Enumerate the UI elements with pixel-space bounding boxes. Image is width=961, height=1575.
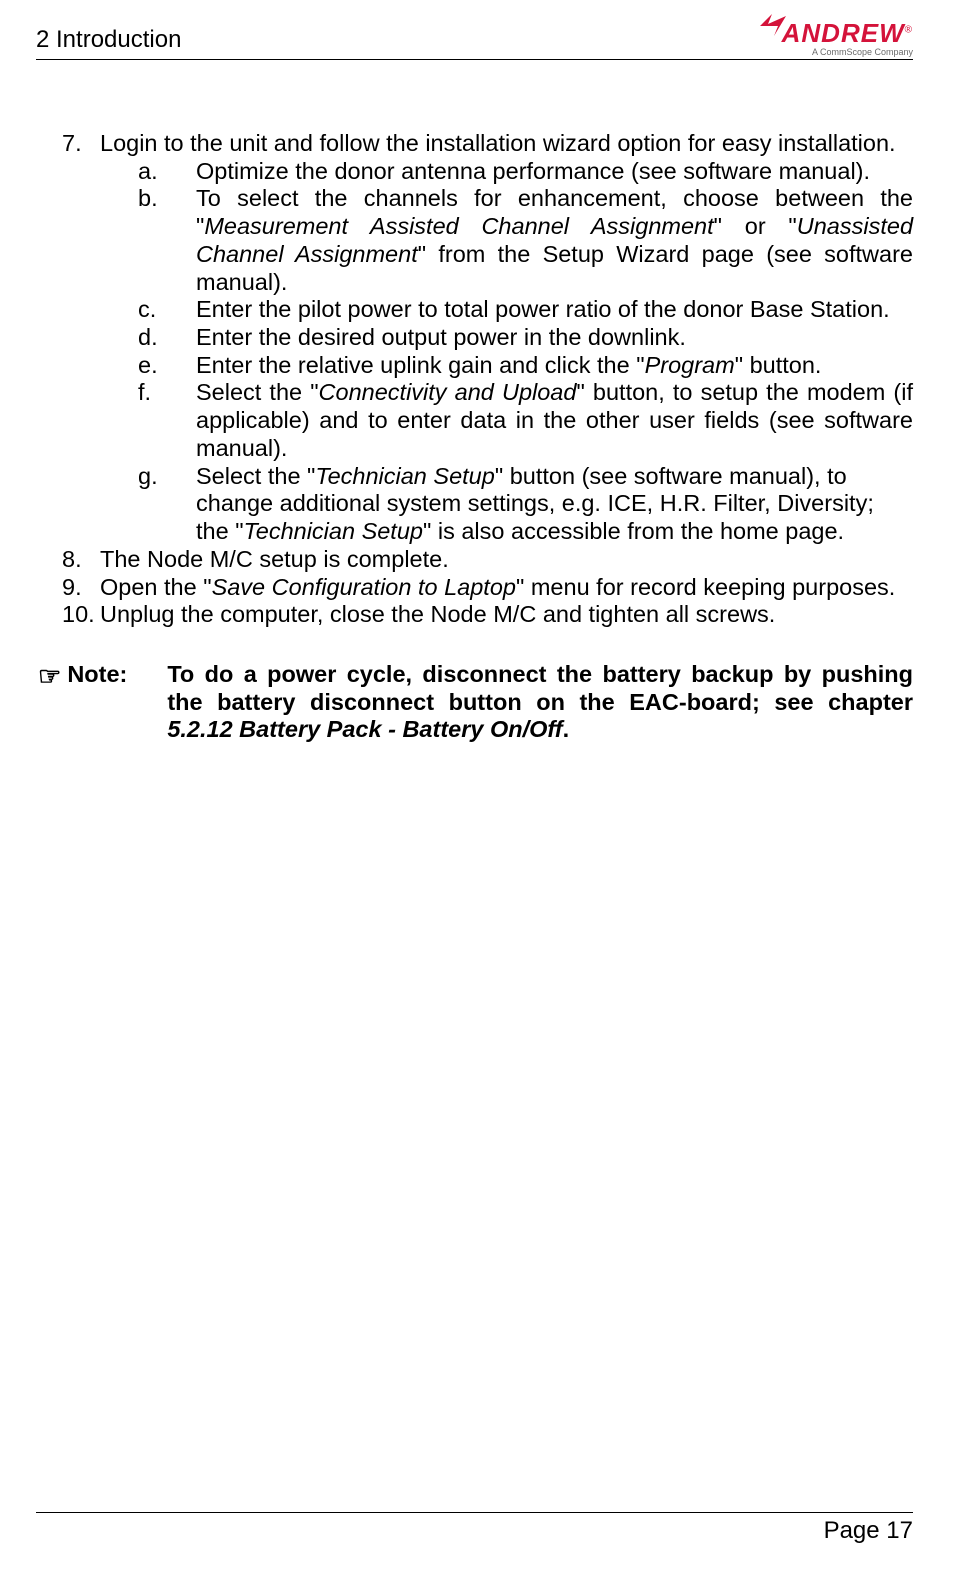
note-text: To do a power cycle, disconnect the batt… [167,661,913,744]
list-item: 10. Unplug the computer, close the Node … [36,601,913,629]
sub-letter: c. [138,296,196,324]
lightning-icon [758,14,788,36]
page-footer: Page 17 [36,1512,913,1545]
sub-item: b. To select the channels for enhancemen… [138,185,913,296]
page-number: Page 17 [824,1517,913,1544]
sub-item: e. Enter the relative uplink gain and cl… [138,352,913,380]
sub-item: d. Enter the desired output power in the… [138,324,913,352]
sub-text: Enter the desired output power in the do… [196,324,913,352]
list-text: Login to the unit and follow the install… [100,130,913,158]
list-number: 8. [62,546,100,574]
sub-item: g. Select the "Technician Setup" button … [138,463,913,546]
sub-text: Enter the pilot power to total power rat… [196,296,913,324]
sub-letter: f. [138,379,196,462]
section-title: 2 Introduction [36,20,181,54]
sub-list: a. Optimize the donor antenna performanc… [36,158,913,546]
list-number: 10. [62,601,100,629]
logo-text: ANDREW® [782,20,913,46]
sub-item: a. Optimize the donor antenna performanc… [138,158,913,186]
note-callout: ☞ Note: To do a power cycle, disconnect … [36,661,913,744]
italic-term: Program [645,352,735,378]
list-text: The Node M/C setup is complete. [100,546,913,574]
registered-mark: ® [905,24,913,35]
sub-letter: g. [138,463,196,546]
list-item: 9. Open the "Save Configuration to Lapto… [36,574,913,602]
sub-text: Optimize the donor antenna performance (… [196,158,913,186]
page-content: 7. Login to the unit and follow the inst… [36,130,913,1512]
list-number: 7. [62,130,100,158]
italic-term: Connectivity and Upload [319,379,577,405]
note-label: Note: [67,661,167,744]
italic-term: Technician Setup [315,463,494,489]
brand-logo: ANDREW® A CommScope Company [782,20,913,57]
sub-item: c. Enter the pilot power to total power … [138,296,913,324]
pointing-hand-icon: ☞ [36,661,67,744]
logo-subtitle: A CommScope Company [812,48,913,57]
logo-name: ANDREW [782,18,905,48]
italic-term: Save Configuration to Laptop [212,574,516,600]
italic-term: Measurement Assisted Channel Assignment [204,213,713,239]
list-text: Unplug the computer, close the Node M/C … [100,601,913,629]
sub-letter: b. [138,185,196,296]
sub-text: To select the channels for enhancement, … [196,185,913,296]
sub-letter: e. [138,352,196,380]
sub-letter: a. [138,158,196,186]
list-item: 7. Login to the unit and follow the inst… [36,130,913,158]
sub-letter: d. [138,324,196,352]
list-text: Open the "Save Configuration to Laptop" … [100,574,913,602]
sub-text: Select the "Connectivity and Upload" but… [196,379,913,462]
italic-term: Technician Setup [244,518,423,544]
list-number: 9. [62,574,100,602]
sub-text: Enter the relative uplink gain and click… [196,352,913,380]
sub-item: f. Select the "Connectivity and Upload" … [138,379,913,462]
sub-text: Select the "Technician Setup" button (se… [196,463,913,546]
page-header: 2 Introduction ANDREW® A CommScope Compa… [36,20,913,60]
list-item: 8. The Node M/C setup is complete. [36,546,913,574]
chapter-reference: 5.2.12 Battery Pack - Battery On/Off [167,716,562,742]
